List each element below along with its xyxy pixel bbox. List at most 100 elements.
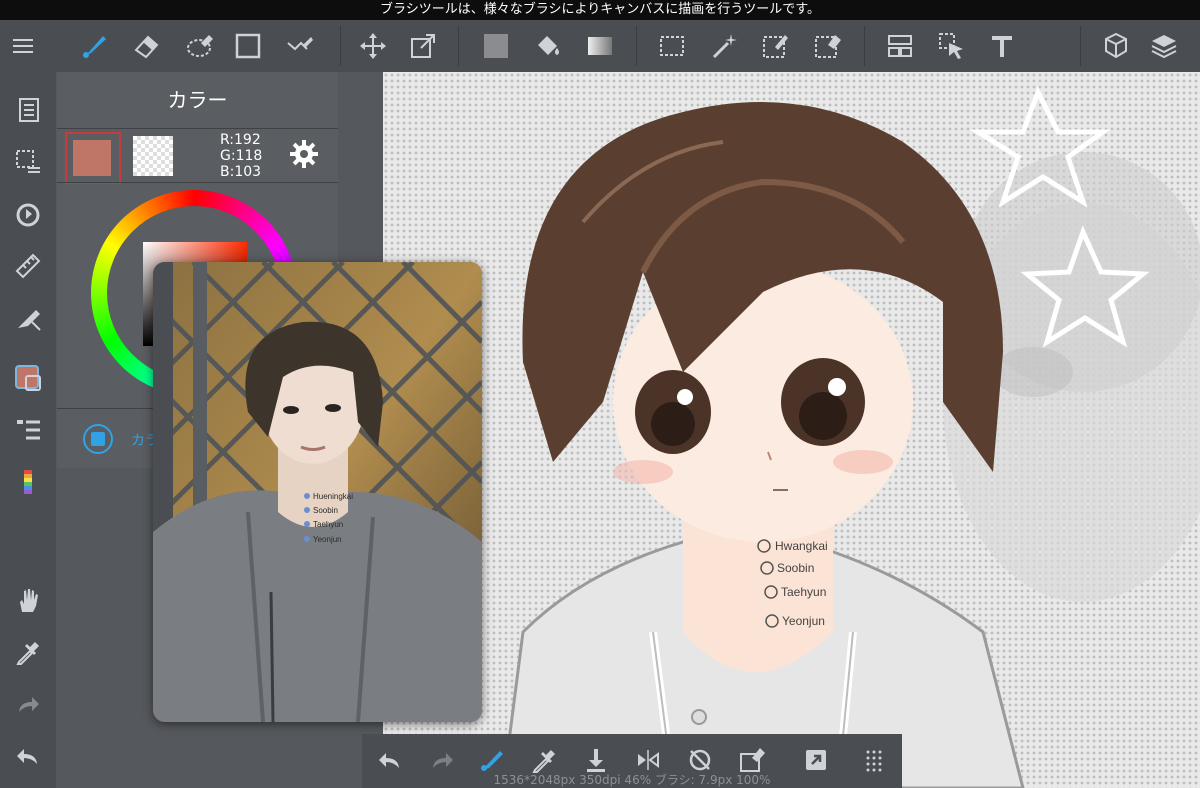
magic-wand-button[interactable] bbox=[706, 28, 742, 64]
page-manager-button[interactable] bbox=[8, 90, 48, 130]
left-sidebar bbox=[0, 72, 56, 788]
frame-icon bbox=[888, 35, 912, 57]
select-rect-button[interactable] bbox=[654, 28, 690, 64]
reference-photo: Hueningkai Soobin Taehyun Yeonjun bbox=[153, 262, 482, 722]
reference-photo-image: Hueningkai Soobin Taehyun Yeonjun bbox=[153, 262, 482, 722]
eraser-icon bbox=[134, 35, 159, 59]
brush-settings-icon bbox=[18, 310, 41, 331]
toolbar-divider bbox=[458, 26, 459, 66]
transform-icon bbox=[411, 34, 435, 58]
undo-icon bbox=[379, 753, 399, 768]
eyedropper-icon bbox=[532, 750, 555, 773]
bucket-tool-button[interactable] bbox=[530, 28, 566, 64]
gradient-tool-button[interactable] bbox=[582, 28, 618, 64]
green-value: G:118 bbox=[220, 148, 263, 164]
layer-list-button[interactable] bbox=[8, 410, 48, 450]
menu-icon[interactable] bbox=[6, 28, 42, 64]
panel-divider bbox=[57, 182, 338, 183]
blur-tool-button[interactable] bbox=[182, 28, 218, 64]
eyedropper-icon bbox=[16, 642, 39, 665]
text-icon bbox=[992, 36, 1012, 57]
toolbar-divider bbox=[636, 26, 637, 66]
color-swatch-icon bbox=[15, 365, 41, 391]
color-settings-button[interactable] bbox=[288, 138, 320, 174]
blue-value: B:103 bbox=[220, 164, 262, 180]
artwork-name-1: Hwangkai bbox=[775, 539, 828, 553]
artwork-name-3: Taehyun bbox=[781, 585, 826, 599]
brush-tool-button[interactable] bbox=[76, 28, 112, 64]
tool-hint-text: ブラシツールは、様々なブラシによりキャンバスに描画を行うツールです。 bbox=[380, 2, 820, 17]
photo-name-4: Yeonjun bbox=[313, 535, 342, 544]
drawing-canvas[interactable]: Hwangkai Soobin Taehyun Yeonjun bbox=[383, 72, 1200, 788]
bucket-icon bbox=[538, 36, 559, 55]
color-panel-button[interactable] bbox=[8, 358, 48, 398]
text-tool-button[interactable] bbox=[984, 28, 1020, 64]
fill-color-button[interactable] bbox=[478, 28, 514, 64]
color-palette-button[interactable] bbox=[8, 462, 48, 502]
selection-menu-button[interactable] bbox=[8, 142, 48, 182]
gear-icon bbox=[290, 140, 318, 168]
gradient-icon bbox=[588, 37, 612, 55]
select-pen-button[interactable] bbox=[758, 28, 794, 64]
transform-tool-button[interactable] bbox=[405, 28, 441, 64]
rotate-icon bbox=[16, 203, 40, 227]
artwork-name-2: Soobin bbox=[777, 561, 814, 575]
operation-tool-button[interactable] bbox=[934, 28, 970, 64]
rotate-canvas-button[interactable] bbox=[8, 194, 48, 234]
brush-icon bbox=[481, 751, 503, 771]
select-rect-icon bbox=[660, 36, 684, 56]
share-icon bbox=[806, 750, 826, 770]
magic-wand-icon bbox=[712, 34, 737, 59]
canvas-status-text: 1536*2048px 350dpi 46% ブラシ: 7.9px 100% bbox=[493, 773, 771, 787]
redo-icon bbox=[19, 697, 39, 712]
move-icon bbox=[360, 33, 386, 59]
toolbar-divider bbox=[1080, 26, 1081, 66]
rectangle-icon bbox=[235, 33, 261, 59]
operation-icon bbox=[939, 33, 963, 59]
palette-icon bbox=[24, 470, 32, 494]
blur-icon bbox=[187, 35, 213, 57]
layer-list-icon bbox=[17, 420, 40, 440]
eyedropper-button[interactable] bbox=[8, 632, 48, 672]
layers-button[interactable] bbox=[1146, 28, 1182, 64]
red-value: R:192 bbox=[220, 132, 261, 148]
hand-tool-button[interactable] bbox=[8, 580, 48, 620]
frame-tool-button[interactable] bbox=[882, 28, 918, 64]
artwork-name-4: Yeonjun bbox=[782, 614, 825, 628]
photo-name-1: Hueningkai bbox=[313, 492, 353, 501]
vector-tool-button[interactable] bbox=[282, 28, 318, 64]
top-toolbar bbox=[0, 20, 1200, 72]
primary-color-swatch[interactable] bbox=[65, 132, 121, 184]
ruler-button[interactable] bbox=[8, 246, 48, 286]
artwork-illustration: Hwangkai Soobin Taehyun Yeonjun bbox=[501, 85, 1200, 788]
selection-list-icon bbox=[16, 150, 40, 173]
rotate-reset-icon bbox=[689, 749, 711, 771]
brush-icon bbox=[83, 36, 106, 58]
toolbar-divider bbox=[864, 26, 865, 66]
move-tool-button[interactable] bbox=[355, 28, 391, 64]
secondary-color-swatch[interactable] bbox=[133, 136, 173, 176]
3d-material-button[interactable] bbox=[1098, 28, 1134, 64]
undo-icon bbox=[17, 749, 37, 764]
shape-tool-button[interactable] bbox=[230, 28, 266, 64]
color-mode-radio[interactable] bbox=[83, 424, 113, 454]
download-icon bbox=[587, 749, 605, 772]
color-mode-radio-fill bbox=[91, 432, 105, 446]
ruler-icon bbox=[15, 253, 41, 279]
select-eraser-icon bbox=[815, 35, 841, 58]
layers-icon bbox=[1151, 35, 1177, 59]
vector-select-icon bbox=[287, 37, 313, 51]
select-eraser-button[interactable] bbox=[810, 28, 846, 64]
redo-side-button[interactable] bbox=[8, 684, 48, 724]
clear-icon bbox=[740, 748, 765, 772]
redo-icon bbox=[433, 753, 453, 768]
pages-icon bbox=[19, 98, 39, 122]
fill-color-icon bbox=[484, 34, 508, 58]
eraser-tool-button[interactable] bbox=[128, 28, 164, 64]
undo-side-button[interactable] bbox=[8, 736, 48, 776]
brush-settings-button[interactable] bbox=[8, 298, 48, 338]
dots-grid-icon bbox=[866, 750, 882, 772]
color-panel-title: カラー bbox=[57, 72, 338, 129]
select-pen-icon bbox=[763, 35, 788, 58]
rgb-readout: R:192 G:118 B:103 bbox=[220, 132, 262, 180]
